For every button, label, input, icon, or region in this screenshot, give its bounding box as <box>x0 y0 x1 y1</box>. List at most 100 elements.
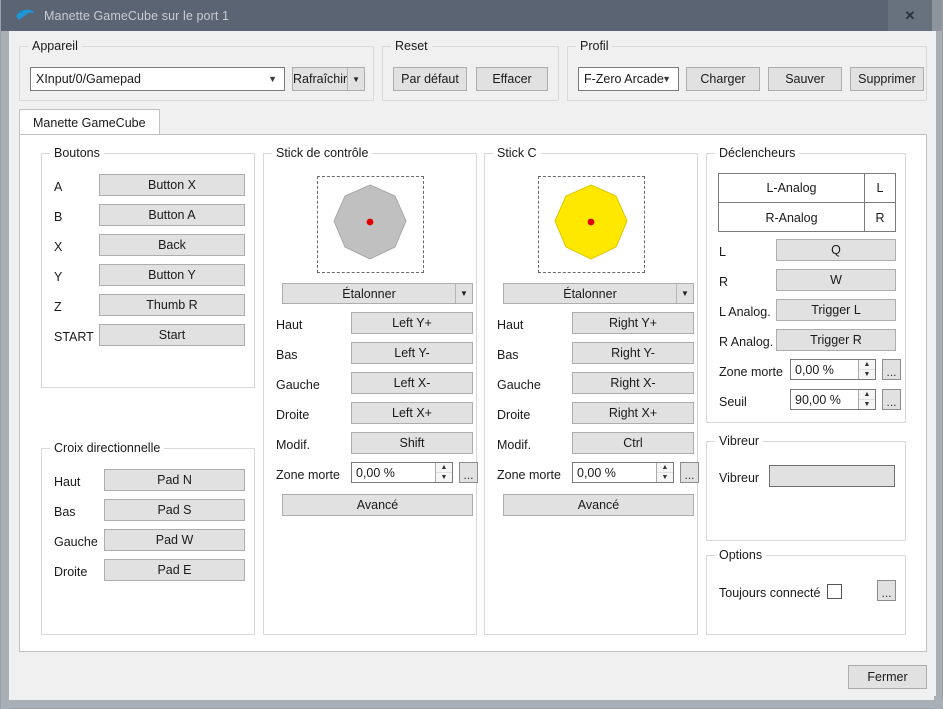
device-select-value: XInput/0/Gamepad <box>36 72 141 86</box>
trigger-mapping-r[interactable]: W <box>776 269 896 291</box>
dpad-mapping-left[interactable]: Pad W <box>104 529 245 551</box>
spinner-down-icon[interactable]: ▼ <box>436 473 452 482</box>
c-stick-row-label: Modif. <box>497 438 531 452</box>
c-stick-mapping-modifier[interactable]: Ctrl <box>572 432 694 454</box>
button-row-label: Y <box>54 270 62 284</box>
dpad-mapping-right[interactable]: Pad E <box>104 559 245 581</box>
trigger-mapping-r-analog[interactable]: Trigger R <box>776 329 896 351</box>
spinner-down-icon[interactable]: ▼ <box>859 400 875 409</box>
options-more-button[interactable]: ... <box>877 580 896 601</box>
triggers-deadzone-options-button[interactable]: ... <box>882 359 901 380</box>
triggers-deadzone-input[interactable]: 0,00 % ▲ ▼ <box>790 359 876 380</box>
spinner-buttons[interactable]: ▲ ▼ <box>858 360 875 379</box>
c-stick-cursor <box>588 219 595 226</box>
trigger-bars: L-Analog L R-Analog R <box>718 173 896 232</box>
spinner-buttons[interactable]: ▲ ▼ <box>858 390 875 409</box>
control-stick-mapping-left[interactable]: Left X- <box>351 372 473 394</box>
c-stick-advanced-button[interactable]: Avancé <box>503 494 694 516</box>
spinner-up-icon[interactable]: ▲ <box>859 360 875 370</box>
button-mapping-b[interactable]: Button A <box>99 204 245 226</box>
dolphin-icon <box>15 8 35 24</box>
spinner-up-icon[interactable]: ▲ <box>859 390 875 400</box>
control-stick-advanced-button[interactable]: Avancé <box>282 494 473 516</box>
control-stick-mapping-modifier[interactable]: Shift <box>351 432 473 454</box>
control-stick-row-label: Bas <box>276 348 298 362</box>
spinner-up-icon[interactable]: ▲ <box>657 463 673 473</box>
control-stick-cursor <box>367 219 374 226</box>
spinner-down-icon[interactable]: ▼ <box>859 370 875 379</box>
c-stick-preview[interactable] <box>538 176 645 273</box>
chevron-down-icon[interactable]: ▼ <box>676 284 693 303</box>
c-stick-mapping-left[interactable]: Right X- <box>572 372 694 394</box>
control-stick-deadzone-options-button[interactable]: ... <box>459 462 478 483</box>
rumble-label: Vibreur <box>719 471 759 485</box>
chevron-down-icon[interactable]: ▼ <box>455 284 472 303</box>
profile-delete-button[interactable]: Supprimer <box>850 67 924 91</box>
triggers-threshold-options-button[interactable]: ... <box>882 389 901 410</box>
reset-clear-button[interactable]: Effacer <box>476 67 548 91</box>
control-stick-mapping-right[interactable]: Left X+ <box>351 402 473 424</box>
profile-save-button[interactable]: Sauver <box>768 67 842 91</box>
profile-select[interactable]: F-Zero Arcade ▼ <box>578 67 679 91</box>
window-bottom-edge <box>1 700 943 708</box>
chevron-down-icon[interactable]: ▼ <box>347 68 364 90</box>
c-stick-calibrate-label: Étalonner <box>504 284 676 303</box>
always-connected-label: Toujours connecté <box>719 586 820 600</box>
c-stick-calibrate-button[interactable]: Étalonner ▼ <box>503 283 694 304</box>
tab-gamecube-controller[interactable]: Manette GameCube <box>19 109 160 135</box>
control-stick-calibrate-button[interactable]: Étalonner ▼ <box>282 283 473 304</box>
control-stick-mapping-down[interactable]: Left Y- <box>351 342 473 364</box>
buttons-group: Boutons A Button X B Button A X Back Y B… <box>41 153 255 388</box>
profile-group: Profil F-Zero Arcade ▼ Charger Sauver Su… <box>567 46 927 101</box>
control-stick-deadzone-input[interactable]: 0,00 % ▲ ▼ <box>351 462 453 483</box>
dpad-group: Croix directionnelle Haut Pad N Bas Pad … <box>41 448 255 635</box>
c-stick-row-label: Bas <box>497 348 519 362</box>
dpad-row-label: Droite <box>54 565 87 579</box>
close-button[interactable]: Fermer <box>848 665 927 689</box>
reset-default-button[interactable]: Par défaut <box>393 67 467 91</box>
button-row-label: START <box>54 330 94 344</box>
tab-bar: Manette GameCube <box>19 109 927 134</box>
trigger-mapping-l[interactable]: Q <box>776 239 896 261</box>
spinner-buttons[interactable]: ▲ ▼ <box>435 463 452 482</box>
spinner-up-icon[interactable]: ▲ <box>436 463 452 473</box>
trigger-mapping-l-analog[interactable]: Trigger L <box>776 299 896 321</box>
triggers-threshold-input[interactable]: 90,00 % ▲ ▼ <box>790 389 876 410</box>
dpad-mapping-down[interactable]: Pad S <box>104 499 245 521</box>
button-mapping-z[interactable]: Thumb R <box>99 294 245 316</box>
profile-group-legend: Profil <box>576 39 612 53</box>
control-stick-calibrate-label: Étalonner <box>283 284 455 303</box>
c-stick-deadzone-input[interactable]: 0,00 % ▲ ▼ <box>572 462 674 483</box>
reset-group: Reset Par défaut Effacer <box>382 46 559 101</box>
control-stick-preview[interactable] <box>317 176 424 273</box>
device-select[interactable]: XInput/0/Gamepad ▼ <box>30 67 285 91</box>
button-row-label: Z <box>54 300 62 314</box>
dpad-row-label: Bas <box>54 505 76 519</box>
c-stick-deadzone-label: Zone morte <box>497 468 561 482</box>
control-stick-row-label: Droite <box>276 408 309 422</box>
button-mapping-x[interactable]: Back <box>99 234 245 256</box>
profile-load-button[interactable]: Charger <box>686 67 760 91</box>
spinner-buttons[interactable]: ▲ ▼ <box>656 463 673 482</box>
c-stick-mapping-down[interactable]: Right Y- <box>572 342 694 364</box>
control-stick-group: Stick de contrôle Étalonner ▼ Haut Left … <box>263 153 477 635</box>
trigger-bar-l: L-Analog L <box>719 174 895 203</box>
refresh-button[interactable]: Rafraîchir ▼ <box>292 67 365 91</box>
dpad-mapping-up[interactable]: Pad N <box>104 469 245 491</box>
spinner-down-icon[interactable]: ▼ <box>657 473 673 482</box>
control-stick-mapping-up[interactable]: Left Y+ <box>351 312 473 334</box>
c-stick-mapping-right[interactable]: Right X+ <box>572 402 694 424</box>
button-mapping-a[interactable]: Button X <box>99 174 245 196</box>
control-stick-deadzone-label: Zone morte <box>276 468 340 482</box>
button-mapping-start[interactable]: Start <box>99 324 245 346</box>
c-stick-deadzone-options-button[interactable]: ... <box>680 462 699 483</box>
always-connected-checkbox[interactable] <box>827 584 842 599</box>
c-stick-row-label: Gauche <box>497 378 541 392</box>
button-mapping-y[interactable]: Button Y <box>99 264 245 286</box>
close-icon[interactable]: ✕ <box>888 0 932 31</box>
trigger-bar-r-side: R <box>864 203 895 232</box>
rumble-bar[interactable] <box>769 465 895 487</box>
c-stick-mapping-up[interactable]: Right Y+ <box>572 312 694 334</box>
c-stick-row-label: Haut <box>497 318 523 332</box>
c-stick-row-label: Droite <box>497 408 530 422</box>
